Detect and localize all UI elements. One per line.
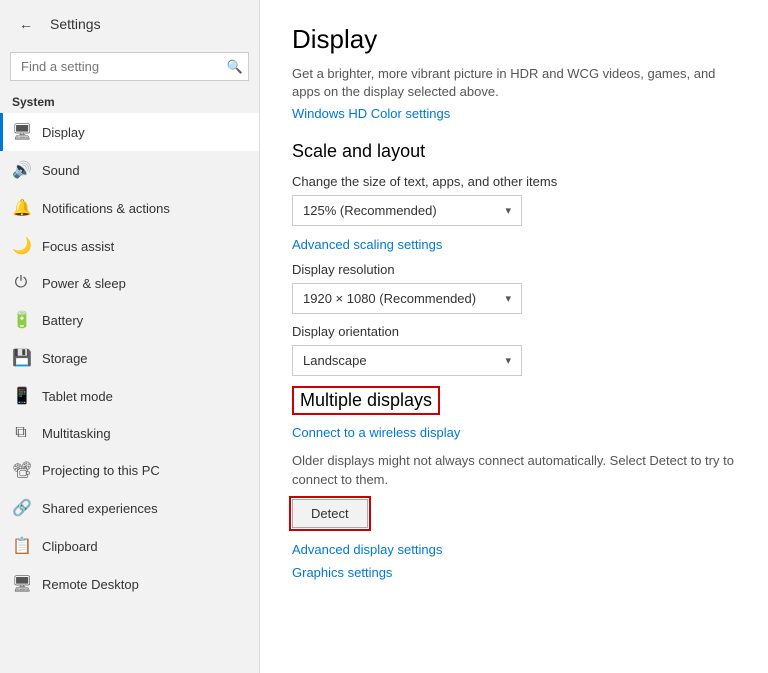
search-box: 🔍 (10, 52, 249, 81)
sidebar-item-label: Clipboard (42, 539, 98, 554)
sidebar-item-clipboard[interactable]: 📋 Clipboard (0, 527, 259, 565)
sidebar-item-label: Battery (42, 313, 83, 328)
detect-description: Older displays might not always connect … (292, 452, 736, 488)
notifications-icon: 🔔 (12, 198, 30, 218)
focus-icon: 🌙 (12, 236, 30, 256)
sidebar-item-label: Focus assist (42, 239, 114, 254)
resolution-label: Display resolution (292, 262, 736, 277)
scale-value: 125% (Recommended) (303, 203, 437, 218)
sidebar-item-label: Display (42, 125, 85, 140)
multitasking-icon: ⧉ (12, 424, 30, 442)
clipboard-icon: 📋 (12, 536, 30, 556)
chevron-down-icon: ▾ (505, 354, 511, 367)
shared-icon: 🔗 (12, 498, 30, 518)
sidebar-item-focus[interactable]: 🌙 Focus assist (0, 227, 259, 265)
sidebar-item-display[interactable]: 🖥 Display (0, 113, 259, 151)
scale-dropdown[interactable]: 125% (Recommended) ▾ (292, 195, 522, 226)
sidebar-item-storage[interactable]: 💾 Storage (0, 339, 259, 377)
sidebar-item-battery[interactable]: 🔋 Battery (0, 301, 259, 339)
sidebar: ← Settings 🔍 System 🖥 Display 🔊 Sound 🔔 … (0, 0, 260, 673)
tablet-icon: 📱 (12, 386, 30, 406)
sidebar-item-label: Remote Desktop (42, 577, 139, 592)
resolution-dropdown[interactable]: 1920 × 1080 (Recommended) ▾ (292, 283, 522, 314)
orientation-label: Display orientation (292, 324, 736, 339)
connect-wireless-link[interactable]: Connect to a wireless display (292, 425, 736, 440)
sidebar-item-multitasking[interactable]: ⧉ Multitasking (0, 415, 259, 451)
sidebar-item-notifications[interactable]: 🔔 Notifications & actions (0, 189, 259, 227)
detect-button[interactable]: Detect (292, 499, 368, 528)
graphics-link[interactable]: Graphics settings (292, 565, 736, 580)
sidebar-item-label: Notifications & actions (42, 201, 170, 216)
sidebar-item-power[interactable]: ⏻ Power & sleep (0, 265, 259, 301)
sidebar-item-label: Tablet mode (42, 389, 113, 404)
sidebar-item-label: Sound (42, 163, 80, 178)
advanced-display-link[interactable]: Advanced display settings (292, 542, 736, 557)
sidebar-item-tablet[interactable]: 📱 Tablet mode (0, 377, 259, 415)
sidebar-item-label: Projecting to this PC (42, 463, 160, 478)
bottom-links: Advanced display settings Graphics setti… (292, 542, 736, 580)
back-button[interactable]: ← (12, 10, 40, 38)
main-content: Display Get a brighter, more vibrant pic… (260, 0, 768, 673)
resolution-value: 1920 × 1080 (Recommended) (303, 291, 476, 306)
scale-layout-heading: Scale and layout (292, 141, 736, 162)
hdr-description: Get a brighter, more vibrant picture in … (292, 65, 736, 101)
power-icon: ⏻ (12, 274, 30, 292)
nav-items: 🖥 Display 🔊 Sound 🔔 Notifications & acti… (0, 113, 259, 673)
remote-icon: 🖥 (12, 574, 30, 594)
hdr-link[interactable]: Windows HD Color settings (292, 106, 450, 121)
sidebar-item-label: Multitasking (42, 426, 111, 441)
sidebar-item-shared[interactable]: 🔗 Shared experiences (0, 489, 259, 527)
multiple-displays-title: Multiple displays (292, 386, 440, 415)
orientation-value: Landscape (303, 353, 367, 368)
chevron-down-icon: ▾ (505, 204, 511, 217)
sidebar-item-sound[interactable]: 🔊 Sound (0, 151, 259, 189)
settings-title: Settings (50, 16, 101, 32)
search-input[interactable] (10, 52, 249, 81)
sidebar-header: ← Settings (0, 0, 259, 48)
display-icon: 🖥 (12, 122, 30, 142)
sidebar-item-label: Shared experiences (42, 501, 158, 516)
multiple-displays-section: Multiple displays Connect to a wireless … (292, 386, 736, 527)
system-section-label: System (0, 89, 259, 113)
sound-icon: 🔊 (12, 160, 30, 180)
sidebar-item-label: Power & sleep (42, 276, 126, 291)
sidebar-item-label: Storage (42, 351, 88, 366)
chevron-down-icon: ▾ (505, 292, 511, 305)
orientation-dropdown[interactable]: Landscape ▾ (292, 345, 522, 376)
battery-icon: 🔋 (12, 310, 30, 330)
storage-icon: 💾 (12, 348, 30, 368)
page-title: Display (292, 24, 736, 55)
sidebar-item-remote[interactable]: 🖥 Remote Desktop (0, 565, 259, 603)
search-icon[interactable]: 🔍 (227, 59, 243, 75)
sidebar-item-projecting[interactable]: 📽 Projecting to this PC (0, 451, 259, 489)
advanced-scaling-link[interactable]: Advanced scaling settings (292, 237, 442, 252)
projecting-icon: 📽 (12, 460, 30, 480)
scale-label: Change the size of text, apps, and other… (292, 174, 736, 189)
